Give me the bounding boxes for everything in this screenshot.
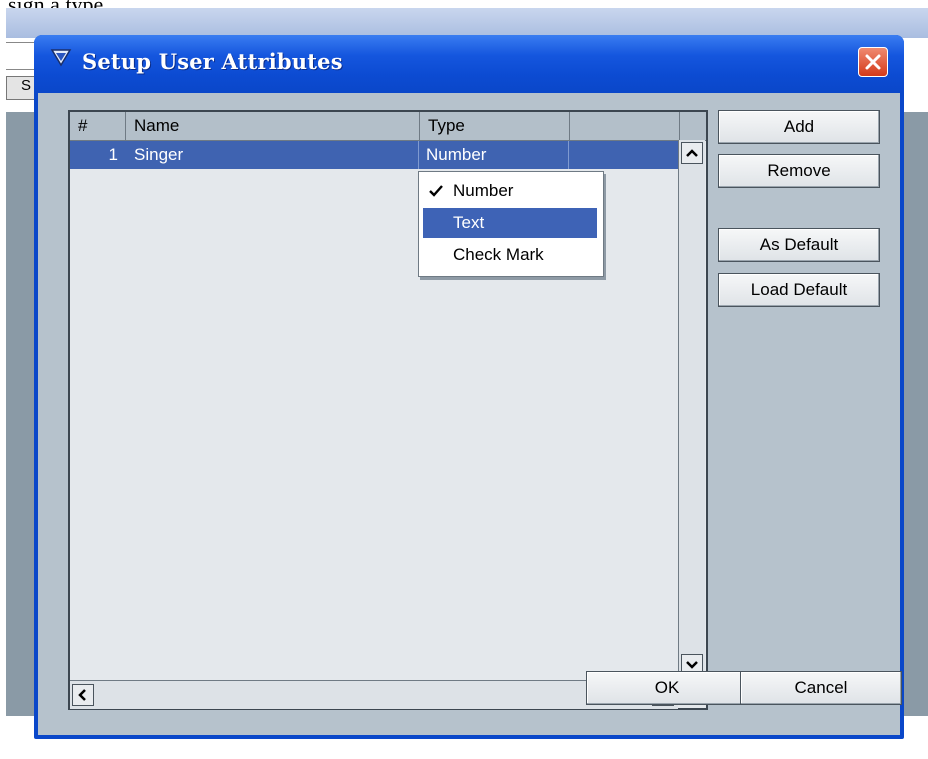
setup-user-attributes-dialog: Setup User Attributes # Name Type 1 Sing… [34,35,904,739]
type-dropdown-menu: Number Text Check Mark [418,171,604,277]
column-header-empty [570,112,680,140]
scroll-left-icon [78,689,86,701]
remove-button[interactable]: Remove [718,154,880,188]
table-row[interactable]: 1 Singer Number [70,141,680,169]
as-default-button[interactable]: As Default [718,228,880,262]
row-name-cell[interactable]: Singer [134,141,414,169]
menu-item-number[interactable]: Number [423,176,597,206]
row-divider [568,141,569,169]
scroll-up-icon [686,149,698,157]
app-icon [50,47,72,69]
row-divider [418,141,419,169]
dialog-titlebar[interactable]: Setup User Attributes [34,35,904,93]
column-header-number[interactable]: # [70,112,126,140]
column-header-type[interactable]: Type [420,112,570,140]
scroll-left-button[interactable] [72,684,94,706]
menu-item-check-mark[interactable]: Check Mark [423,240,597,270]
cancel-button[interactable]: Cancel [740,671,902,705]
attributes-list[interactable]: # Name Type 1 Singer Number [68,110,708,710]
ok-button[interactable]: OK [586,671,748,705]
background-app-toolbar [6,8,928,38]
menu-item-text-label: Text [453,213,485,232]
menu-item-check-mark-label: Check Mark [453,245,544,264]
list-header: # Name Type [70,112,706,141]
load-default-button[interactable]: Load Default [718,273,880,307]
close-button[interactable] [858,47,888,77]
menu-item-number-label: Number [453,181,514,200]
row-type-cell[interactable]: Number [426,141,576,169]
column-header-name[interactable]: Name [126,112,420,140]
add-button[interactable]: Add [718,110,880,144]
background-tab-label: S [21,77,32,94]
checkmark-icon [429,185,443,197]
scroll-up-button[interactable] [681,142,703,164]
menu-item-text[interactable]: Text [423,208,597,238]
close-icon [865,54,881,70]
row-number: 1 [108,145,118,164]
dialog-title: Setup User Attributes [82,49,343,74]
vertical-scrollbar[interactable] [678,140,705,680]
